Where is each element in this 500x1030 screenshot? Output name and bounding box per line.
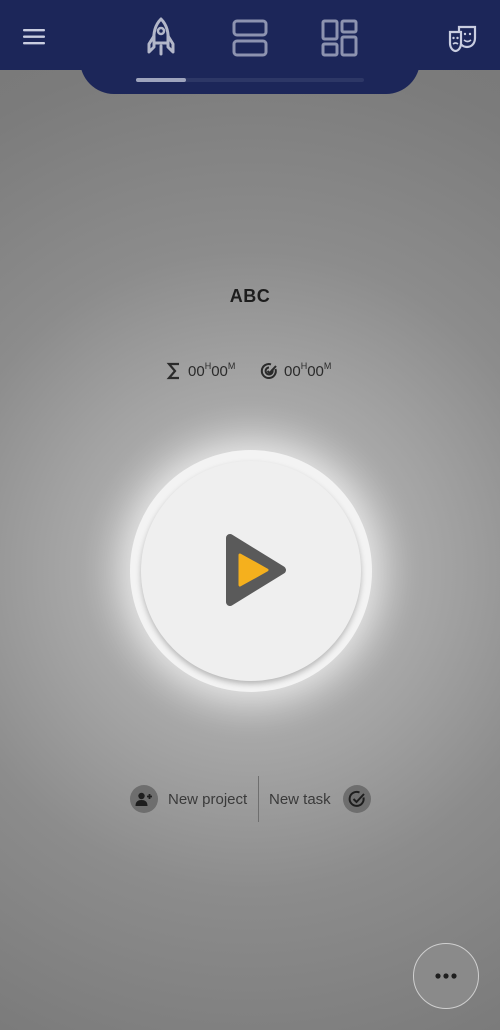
theater-button[interactable] (447, 22, 481, 54)
tab-active-indicator (136, 78, 186, 82)
new-task-button[interactable]: New task (269, 776, 371, 822)
action-divider (258, 776, 259, 822)
menu-button[interactable] (20, 24, 50, 50)
tab-rocket[interactable] (137, 16, 185, 60)
new-project-button[interactable]: New project (124, 776, 247, 822)
tab-list[interactable] (226, 16, 274, 60)
goal-hours: 00 (284, 362, 301, 380)
new-task-label: New task (269, 790, 331, 808)
more-horizontal-icon (435, 973, 457, 979)
total-hours: 00 (188, 362, 205, 380)
two-rows-icon (232, 19, 268, 57)
hamburger-menu-icon (23, 29, 45, 45)
time-stats: 00 H 00 M 00 H 00 M (0, 360, 500, 382)
add-person-icon (130, 785, 158, 813)
goal-hours-unit: H (300, 361, 308, 371)
total-hours-unit: H (204, 361, 212, 371)
theater-masks-icon (448, 25, 477, 53)
goal-minutes: 00 (307, 362, 324, 380)
dashboard-grid-icon (321, 19, 358, 57)
tab-dashboard[interactable] (315, 16, 363, 60)
more-button[interactable] (413, 943, 479, 1009)
total-minutes: 00 (211, 362, 228, 380)
rocket-icon (147, 17, 175, 56)
total-time-stat: 00 H 00 M (166, 360, 235, 382)
project-name: ABC (229, 286, 271, 306)
play-icon[interactable] (220, 530, 290, 610)
target-check-icon (260, 362, 278, 380)
goal-time-stat: 00 H 00 M (260, 360, 331, 382)
new-project-label: New project (168, 790, 248, 808)
quick-actions: New project New task (124, 776, 376, 822)
check-circle-icon (342, 785, 371, 813)
total-minutes-unit: M (227, 361, 236, 371)
goal-minutes-unit: M (323, 361, 332, 371)
sigma-icon (166, 362, 182, 380)
